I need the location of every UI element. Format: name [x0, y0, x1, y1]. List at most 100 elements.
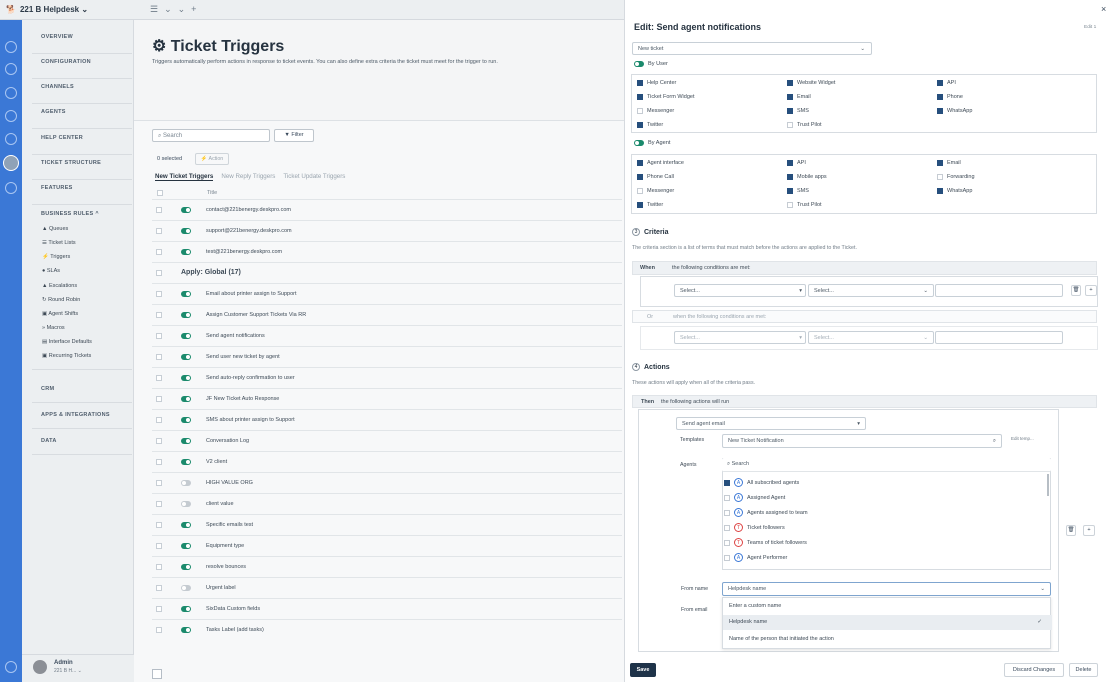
action-type-select[interactable]: Send agent email ▾ — [676, 417, 866, 430]
enabled-toggle[interactable] — [181, 522, 191, 528]
enabled-toggle[interactable] — [181, 354, 191, 360]
nav-queues[interactable]: ▲ Queues — [42, 226, 68, 232]
trigger-title[interactable]: Send agent notifications — [206, 333, 265, 339]
channel-checkbox[interactable]: Ticket Form Widget — [637, 94, 694, 100]
row-checkbox[interactable] — [156, 291, 162, 297]
row-checkbox[interactable] — [156, 207, 162, 213]
or-field-select[interactable]: Select... ▾ — [674, 331, 806, 344]
group-checkbox[interactable] — [156, 270, 162, 276]
enabled-toggle[interactable] — [181, 564, 191, 570]
condition-field-select[interactable]: Select... ▾ — [674, 284, 806, 297]
table-row[interactable]: Equipment type — [152, 535, 622, 556]
agent-checkbox[interactable] — [724, 479, 730, 486]
delete-condition-icon[interactable]: 🗑 — [1071, 285, 1081, 296]
enabled-toggle[interactable] — [181, 606, 191, 612]
trigger-title[interactable]: JF New Ticket Auto Response — [206, 396, 279, 402]
nav-recurring-tickets[interactable]: ▣ Recurring Tickets — [42, 353, 91, 359]
bulk-action-button[interactable]: ⚡ Action — [195, 153, 229, 165]
or-operator-select[interactable]: Select... ⌄ — [808, 331, 934, 344]
add-condition-icon[interactable]: + — [1085, 285, 1097, 296]
table-row[interactable]: SixData Custom fields — [152, 598, 622, 619]
enabled-toggle[interactable] — [181, 333, 191, 339]
row-checkbox[interactable] — [156, 438, 162, 444]
add-action-icon[interactable]: + — [1083, 525, 1095, 536]
channel-checkbox[interactable]: Website Widget — [787, 80, 835, 86]
nav-help-center[interactable]: HELP CENTER — [41, 135, 83, 141]
trigger-title[interactable]: V2 client — [206, 459, 227, 465]
enabled-toggle[interactable] — [181, 375, 191, 381]
enabled-toggle[interactable] — [181, 228, 191, 234]
option-helpdesk-name[interactable]: Helpdesk name ✓ — [723, 615, 1052, 630]
table-row[interactable]: V2 client — [152, 451, 622, 472]
row-checkbox[interactable] — [156, 333, 162, 339]
table-row[interactable]: Urgent label — [152, 577, 622, 598]
enabled-toggle[interactable] — [181, 585, 191, 591]
table-row[interactable]: client value — [152, 493, 622, 514]
nav-escalations[interactable]: ▲ Escalations — [42, 283, 77, 289]
chevron-down-icon[interactable]: ⌄ — [164, 4, 172, 15]
row-checkbox[interactable] — [156, 312, 162, 318]
condition-operator-select[interactable]: Select... ⌄ — [808, 284, 934, 297]
agent-option[interactable]: A All subscribed agents — [724, 478, 799, 487]
by-agent-toggle[interactable]: By Agent — [634, 140, 670, 146]
trigger-title[interactable]: Email about printer assign to Support — [206, 291, 297, 297]
channel-checkbox[interactable]: Messenger — [637, 188, 674, 194]
trigger-title[interactable]: support@221benergy.deskpro.com — [206, 228, 292, 234]
filter-button[interactable]: ▼ Filter — [274, 129, 314, 142]
enabled-toggle[interactable] — [181, 438, 191, 444]
trigger-title[interactable]: contact@221benergy.deskpro.com — [206, 207, 291, 213]
row-checkbox[interactable] — [156, 564, 162, 570]
condition-value-input[interactable] — [935, 284, 1063, 297]
channel-checkbox[interactable]: Twitter — [637, 122, 663, 128]
agent-checkbox[interactable] — [724, 524, 730, 531]
menu-icon[interactable]: ☰ — [150, 4, 158, 15]
save-button[interactable]: Save — [630, 663, 656, 677]
table-row[interactable]: support@221benergy.deskpro.com — [152, 220, 622, 241]
table-row[interactable]: contact@221benergy.deskpro.com — [152, 199, 622, 220]
table-row[interactable]: Email about printer assign to Support — [152, 283, 622, 304]
nav-crm[interactable]: CRM — [41, 386, 54, 392]
row-checkbox[interactable] — [156, 417, 162, 423]
option-initiator-name[interactable]: Name of the person that initiated the ac… — [723, 632, 1052, 647]
row-checkbox[interactable] — [156, 606, 162, 612]
channel-checkbox[interactable]: API — [937, 80, 956, 86]
row-checkbox[interactable] — [156, 354, 162, 360]
notifications-icon[interactable] — [5, 661, 17, 673]
chevron-down-icon[interactable]: ⌄ — [178, 4, 186, 15]
edit-link[interactable]: Edit 1 — [1084, 25, 1096, 30]
trigger-title[interactable]: HIGH VALUE ORG — [206, 480, 253, 486]
nav-agents[interactable]: AGENTS — [41, 109, 66, 115]
trigger-title[interactable]: Send auto-reply confirmation to user — [206, 375, 295, 381]
user-footer[interactable]: Admin 221 B H... ⌄ — [22, 654, 134, 682]
channel-checkbox[interactable]: Agent interface — [637, 160, 684, 166]
agents-scrollbar[interactable] — [1047, 474, 1049, 496]
table-row[interactable]: Specific emails test — [152, 514, 622, 535]
channel-checkbox[interactable]: Phone — [937, 94, 963, 100]
enabled-toggle[interactable] — [181, 249, 191, 255]
nav-features[interactable]: FEATURES — [41, 185, 73, 191]
helpdesk-switcher[interactable]: 🐕 221 B Helpdesk ⌄ — [6, 5, 88, 14]
channel-checkbox[interactable]: Trust Pilot — [787, 202, 822, 208]
row-checkbox[interactable] — [156, 480, 162, 486]
search-input[interactable]: ⌕ Search — [152, 129, 270, 142]
agent-option[interactable]: A Agents assigned to team — [724, 508, 808, 517]
row-checkbox[interactable] — [156, 585, 162, 591]
channel-checkbox[interactable]: Messenger — [637, 108, 674, 114]
nav-overview[interactable]: OVERVIEW — [41, 34, 73, 40]
template-input[interactable]: New Ticket Notification ⌕ — [722, 434, 1002, 448]
agent-option[interactable]: A Agent Performer — [724, 553, 787, 562]
table-row[interactable]: Assign Customer Support Tickets Via RR — [152, 304, 622, 325]
agent-option[interactable]: T Teams of ticket followers — [724, 538, 807, 547]
row-checkbox[interactable] — [156, 396, 162, 402]
trigger-title[interactable]: Conversation Log — [206, 438, 249, 444]
row-checkbox[interactable] — [156, 459, 162, 465]
nav-apps[interactable]: APPS & INTEGRATIONS — [41, 412, 110, 418]
table-row[interactable]: Send user new ticket by agent — [152, 346, 622, 367]
table-row[interactable]: resolve bounces — [152, 556, 622, 577]
row-checkbox[interactable] — [156, 228, 162, 234]
nav-slas[interactable]: ● SLAs — [42, 268, 60, 274]
agent-option[interactable]: T Ticket followers — [724, 523, 785, 532]
settings-icon[interactable] — [3, 155, 19, 171]
table-row[interactable]: SMS about printer assign to Support — [152, 409, 622, 430]
nav-ticket-structure[interactable]: TICKET STRUCTURE — [41, 160, 101, 166]
